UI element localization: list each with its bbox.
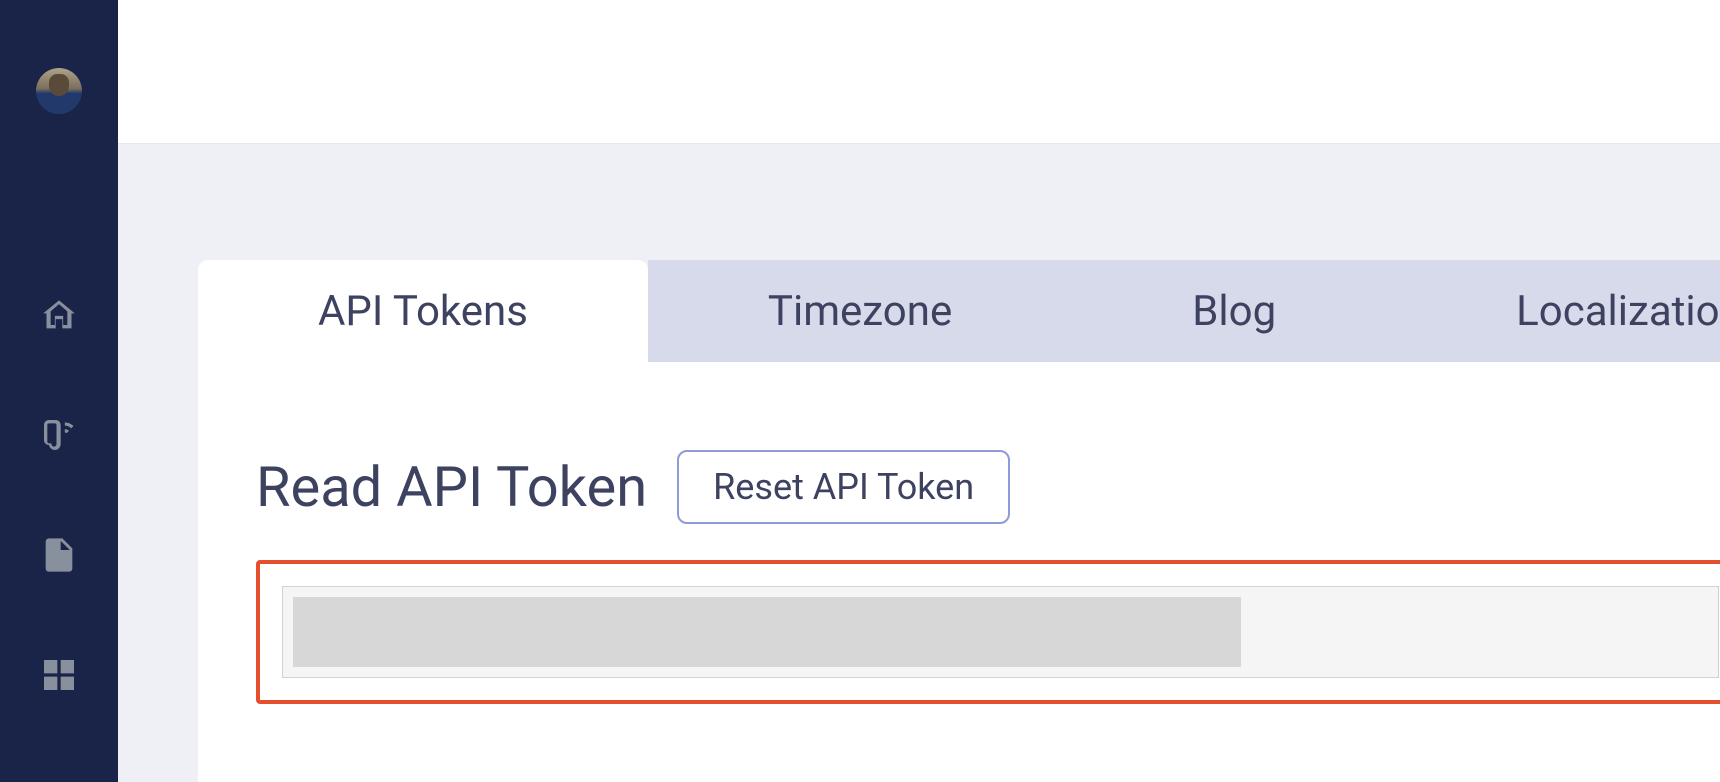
tab-label: Localization [1516, 287, 1720, 336]
topbar [118, 0, 1720, 144]
blog-icon [39, 415, 79, 459]
grid-icon [39, 655, 79, 699]
file-icon [39, 535, 79, 579]
heading-row: Read API Token Reset API Token [256, 450, 1720, 524]
sidebar [0, 0, 118, 782]
token-highlight-box [256, 560, 1720, 704]
tab-blog[interactable]: Blog [1072, 260, 1396, 362]
main: API Tokens Timezone Blog Localization Re… [118, 0, 1720, 782]
sidebar-item-home[interactable] [36, 294, 82, 340]
sidebar-item-file[interactable] [36, 534, 82, 580]
reset-api-token-button[interactable]: Reset API Token [677, 450, 1010, 524]
home-icon [39, 295, 79, 339]
token-value-placeholder [293, 597, 1241, 667]
sidebar-item-grid[interactable] [36, 654, 82, 700]
panel-api-tokens: Read API Token Reset API Token [198, 362, 1720, 782]
tab-api-tokens[interactable]: API Tokens [198, 260, 648, 362]
token-field[interactable] [282, 586, 1719, 678]
tab-label: Blog [1192, 287, 1276, 336]
page-title: Read API Token [256, 454, 647, 520]
tab-label: Timezone [768, 287, 952, 336]
tab-localization[interactable]: Localization [1396, 260, 1720, 362]
tab-timezone[interactable]: Timezone [648, 260, 1072, 362]
tab-label: API Tokens [318, 287, 528, 336]
avatar[interactable] [36, 68, 82, 114]
tabs: API Tokens Timezone Blog Localization [198, 260, 1720, 362]
sidebar-item-blog[interactable] [36, 414, 82, 460]
content-area: API Tokens Timezone Blog Localization Re… [118, 144, 1720, 782]
